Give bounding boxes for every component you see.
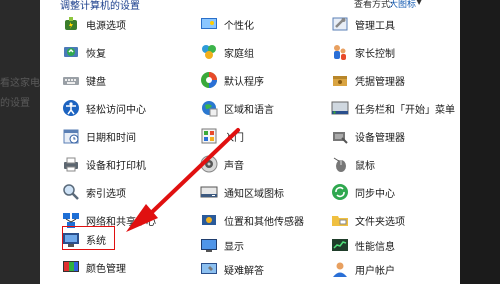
display-icon (200, 236, 218, 254)
chevron-down-icon[interactable]: ▼ (416, 0, 422, 6)
devices-printers-icon (62, 155, 80, 173)
background-text: 的设置 (0, 98, 30, 109)
item-personalization[interactable]: 个性化 (200, 13, 254, 35)
item-getting-started[interactable]: 入门 (200, 125, 244, 147)
page-title: 调整计算机的设置 (60, 1, 140, 12)
item-sync-center[interactable]: 同步中心 (331, 181, 395, 203)
item-user-accounts[interactable]: 用户帐户 (331, 258, 395, 280)
power-options-icon (62, 15, 80, 33)
performance-info-icon (331, 236, 349, 254)
troubleshooting-icon (200, 260, 218, 278)
view-by-label: 查看方式: (354, 0, 394, 10)
item-location-sensors[interactable]: 位置和其他传感器 (200, 209, 304, 231)
item-device-manager[interactable]: 设备管理器 (331, 125, 405, 147)
recovery-icon (62, 43, 80, 61)
parental-controls-icon (331, 43, 349, 61)
mouse-icon (331, 155, 349, 173)
ease-of-access-icon (62, 99, 80, 117)
item-parental-controls[interactable]: 家长控制 (331, 41, 395, 63)
keyboard-icon (62, 71, 80, 89)
credential-manager-icon (331, 71, 349, 89)
item-mouse[interactable]: 鼠标 (331, 153, 375, 175)
indexing-options-icon (62, 183, 80, 201)
admin-tools-icon (331, 15, 349, 33)
homegroup-icon (200, 43, 218, 61)
item-homegroup[interactable]: 家庭组 (200, 41, 254, 63)
item-indexing-options[interactable]: 索引选项 (62, 181, 126, 203)
default-programs-icon (200, 71, 218, 89)
region-language-icon (200, 99, 218, 117)
taskbar-start-menu-icon (331, 99, 349, 117)
device-manager-icon (331, 127, 349, 145)
item-power-options[interactable]: 电源选项 (62, 13, 126, 35)
item-date-time[interactable]: 日期和时间 (62, 125, 136, 147)
control-panel-window: 调整计算机的设置 查看方式: 大图标 ▼ 电源选项 恢复 键盘 轻松访问中心 日… (40, 0, 460, 284)
folder-options-icon (331, 211, 349, 229)
item-admin-tools[interactable]: 管理工具 (331, 13, 395, 35)
location-sensors-icon (200, 211, 218, 229)
item-sound[interactable]: 声音 (200, 153, 244, 175)
item-performance-info[interactable]: 性能信息 (331, 234, 395, 256)
right-background (460, 0, 500, 284)
sound-icon (200, 155, 218, 173)
item-credential-manager[interactable]: 凭据管理器 (331, 69, 405, 91)
item-region-language[interactable]: 区域和语言 (200, 97, 274, 119)
notification-area-icon (200, 183, 218, 201)
item-notification-area[interactable]: 通知区域图标 (200, 181, 284, 203)
personalization-icon (200, 15, 218, 33)
item-display[interactable]: 显示 (200, 234, 244, 256)
user-accounts-icon (331, 260, 349, 278)
item-devices-printers[interactable]: 设备和打印机 (62, 153, 146, 175)
sync-center-icon (331, 183, 349, 201)
item-default-programs[interactable]: 默认程序 (200, 69, 264, 91)
view-by-dropdown[interactable]: 大图标 (389, 0, 416, 10)
item-taskbar-start-menu[interactable]: 任务栏和「开始」菜单 (331, 97, 455, 119)
item-recovery[interactable]: 恢复 (62, 41, 106, 63)
item-keyboard[interactable]: 键盘 (62, 69, 106, 91)
item-color-management[interactable]: 颜色管理 (62, 256, 126, 278)
getting-started-icon (200, 127, 218, 145)
item-troubleshooting[interactable]: 疑难解答 (200, 258, 264, 280)
date-time-icon (62, 127, 80, 145)
background-text: 看这家电脑 (0, 78, 40, 89)
item-folder-options[interactable]: 文件夹选项 (331, 209, 405, 231)
color-management-icon (62, 258, 80, 276)
item-ease-of-access[interactable]: 轻松访问中心 (62, 97, 146, 119)
system-highlight-box (62, 226, 115, 250)
background-panel: 看这家电脑 的设置 (0, 0, 40, 284)
